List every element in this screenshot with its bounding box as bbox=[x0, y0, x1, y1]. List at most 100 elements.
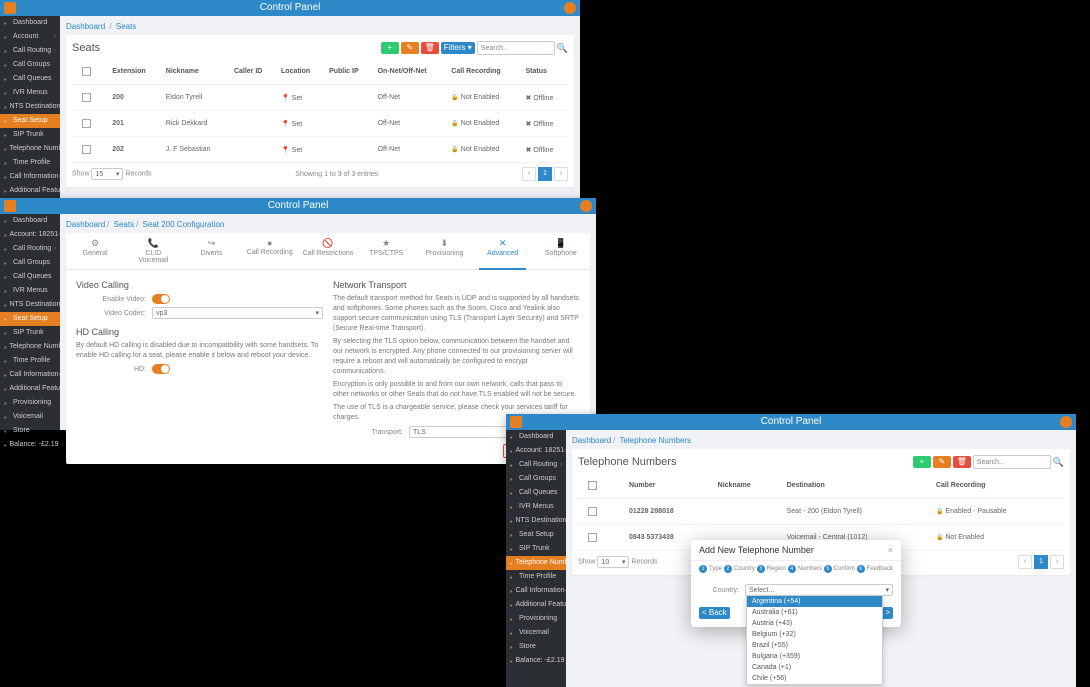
row-checkbox[interactable] bbox=[82, 119, 91, 128]
country-option[interactable]: Brazil (+55) bbox=[747, 640, 882, 651]
sidebar-item[interactable]: •SIP Trunk bbox=[0, 326, 60, 340]
col-header[interactable]: Caller ID bbox=[230, 59, 277, 85]
sidebar-item[interactable]: •Store bbox=[506, 640, 566, 654]
col-header[interactable]: On-Net/Off-Net bbox=[374, 59, 448, 85]
col-header[interactable]: Nickname bbox=[162, 59, 230, 85]
select-all-checkbox[interactable] bbox=[82, 67, 91, 76]
search-icon[interactable]: 🔍 bbox=[557, 43, 568, 54]
country-option[interactable]: Canada (+1) bbox=[747, 662, 882, 673]
sidebar-item[interactable]: •Balance: -£2.19 bbox=[0, 438, 60, 452]
country-option[interactable]: Australia (+61) bbox=[747, 607, 882, 618]
row-checkbox[interactable] bbox=[588, 507, 597, 516]
sidebar-item[interactable]: •Call Routing‹ bbox=[0, 44, 60, 58]
tab-provisioning[interactable]: ⬇Provisioning bbox=[415, 233, 473, 269]
col-header[interactable]: Location bbox=[277, 59, 325, 85]
sidebar-item[interactable]: •SIP Trunk bbox=[0, 128, 60, 142]
tab-general[interactable]: ⚙General bbox=[66, 233, 124, 269]
sidebar-item[interactable]: •Telephone Numbers bbox=[0, 340, 60, 354]
sidebar-item[interactable]: •Account: 18251‹ bbox=[506, 444, 566, 458]
crumb-dashboard[interactable]: Dashboard bbox=[572, 436, 611, 445]
sidebar-item[interactable]: •Call Queues bbox=[506, 486, 566, 500]
country-option[interactable]: Austria (+43) bbox=[747, 618, 882, 629]
step-region[interactable]: 3Region bbox=[757, 565, 786, 573]
sidebar-item[interactable]: •Call Queues bbox=[0, 72, 60, 86]
pager-prev[interactable]: ‹ bbox=[522, 167, 536, 181]
edit-button[interactable]: ✎ bbox=[933, 456, 951, 468]
tab-clid[interactable]: 📞CLIDVoicemail bbox=[124, 233, 182, 269]
search-icon[interactable]: 🔍 bbox=[1053, 457, 1064, 468]
sidebar-item[interactable]: •Dashboard bbox=[506, 430, 566, 444]
sidebar-item[interactable]: •Time Profile bbox=[0, 354, 60, 368]
sidebar-item[interactable]: •Telephone Numbers bbox=[506, 556, 566, 570]
tab-softphone[interactable]: 📱Softphone bbox=[532, 233, 590, 269]
delete-button[interactable]: 🗑 bbox=[953, 456, 971, 468]
country-option[interactable]: Bulgaria (+359) bbox=[747, 651, 882, 662]
tab-tps/ctps[interactable]: ★TPS/CTPS bbox=[357, 233, 415, 269]
sidebar-item[interactable]: •Voicemail bbox=[506, 626, 566, 640]
tab-diverts[interactable]: ↪Diverts bbox=[182, 233, 240, 269]
sidebar-item[interactable]: •Call Routing‹ bbox=[0, 242, 60, 256]
sidebar-item[interactable]: •SIP Trunk bbox=[506, 542, 566, 556]
row-checkbox[interactable] bbox=[82, 93, 91, 102]
user-avatar-icon[interactable] bbox=[580, 200, 592, 212]
sidebar-item[interactable]: •Additional Features‹ bbox=[0, 382, 60, 396]
sidebar-item[interactable]: •Call Information‹ bbox=[506, 584, 566, 598]
step-country[interactable]: 2Country bbox=[724, 565, 755, 573]
user-avatar-icon[interactable] bbox=[1060, 416, 1072, 428]
enable-video-toggle[interactable] bbox=[152, 294, 170, 304]
step-confirm[interactable]: 5Confirm bbox=[824, 565, 855, 573]
sidebar-item[interactable]: •Call Queues bbox=[0, 270, 60, 284]
country-option[interactable]: Argentina (+54) bbox=[747, 596, 882, 607]
sidebar-item[interactable]: •Dashboard bbox=[0, 214, 60, 228]
country-option[interactable]: Chile (+56) bbox=[747, 673, 882, 684]
sidebar-item[interactable]: •Provisioning bbox=[506, 612, 566, 626]
col-header[interactable] bbox=[578, 473, 625, 499]
sidebar-item[interactable]: •Voicemail bbox=[0, 410, 60, 424]
sidebar-item[interactable]: •Account: 18251‹ bbox=[0, 228, 60, 242]
hd-toggle[interactable] bbox=[152, 364, 170, 374]
user-avatar-icon[interactable] bbox=[564, 2, 576, 14]
pager-1[interactable]: 1 bbox=[538, 167, 552, 181]
col-header[interactable]: Call Recording bbox=[932, 473, 1064, 499]
location-link[interactable]: 📍 Set bbox=[277, 137, 325, 163]
col-header[interactable]: Public IP bbox=[325, 59, 374, 85]
sidebar-item[interactable]: •Time Profile bbox=[506, 570, 566, 584]
table-row[interactable]: 202J. F Sebastian📍 SetOff-NetNot Enabled… bbox=[72, 137, 568, 163]
video-codec-select[interactable]: vp3▾ bbox=[152, 307, 323, 319]
add-button[interactable]: + bbox=[381, 42, 399, 54]
page-size-select[interactable]: 15▾ bbox=[91, 168, 123, 180]
location-link[interactable]: 📍 Set bbox=[277, 111, 325, 137]
sidebar-item[interactable]: •Additional Features‹ bbox=[506, 598, 566, 612]
sidebar-item[interactable]: •Seat Setup bbox=[506, 528, 566, 542]
col-header[interactable]: Call Recording bbox=[447, 59, 521, 85]
pager-1[interactable]: 1 bbox=[1034, 555, 1048, 569]
sidebar-item[interactable]: •Seat Setup bbox=[0, 114, 60, 128]
step-type[interactable]: 1Type bbox=[699, 565, 722, 573]
search-input[interactable]: Search... bbox=[477, 41, 555, 55]
crumb-dashboard[interactable]: Dashboard bbox=[66, 22, 105, 31]
col-header[interactable]: Status bbox=[522, 59, 569, 85]
delete-button[interactable]: 🗑 bbox=[421, 42, 439, 54]
sidebar-item[interactable]: •IVR Menus bbox=[0, 284, 60, 298]
page-size-select[interactable]: 10▾ bbox=[597, 556, 629, 568]
table-row[interactable]: 200Eldon Tyrell📍 SetOff-NetNot Enabled✖ … bbox=[72, 85, 568, 111]
sidebar-item[interactable]: •Time Profile bbox=[0, 156, 60, 170]
pager-next[interactable]: › bbox=[554, 167, 568, 181]
tab-call-restrictions[interactable]: 🚫Call Restrictions bbox=[299, 233, 357, 269]
country-option[interactable]: Belgium (+32) bbox=[747, 629, 882, 640]
sidebar-item[interactable]: •IVR Menus bbox=[0, 86, 60, 100]
country-dropdown[interactable]: Argentina (+54)Australia (+61)Austria (+… bbox=[746, 595, 883, 685]
table-row[interactable]: 201Rick Dekkard📍 SetOff-NetNot Enabled✖ … bbox=[72, 111, 568, 137]
sidebar-item[interactable]: •Call Groups bbox=[0, 256, 60, 270]
sidebar-item[interactable]: •IVR Menus bbox=[506, 500, 566, 514]
location-link[interactable]: 📍 Set bbox=[277, 85, 325, 111]
crumb-seats[interactable]: Seats bbox=[114, 220, 134, 229]
sidebar-item[interactable]: •NTS Destinations bbox=[0, 298, 60, 312]
sidebar-item[interactable]: •Call Routing‹ bbox=[506, 458, 566, 472]
step-numbers[interactable]: 4Numbers bbox=[788, 565, 822, 573]
sidebar-item[interactable]: •Balance: -£2.19 bbox=[506, 654, 566, 668]
close-icon[interactable]: × bbox=[888, 545, 893, 555]
back-button[interactable]: < Back bbox=[699, 607, 730, 619]
tab-call-recording[interactable]: ●Call Recording bbox=[241, 233, 299, 269]
pager-prev[interactable]: ‹ bbox=[1018, 555, 1032, 569]
